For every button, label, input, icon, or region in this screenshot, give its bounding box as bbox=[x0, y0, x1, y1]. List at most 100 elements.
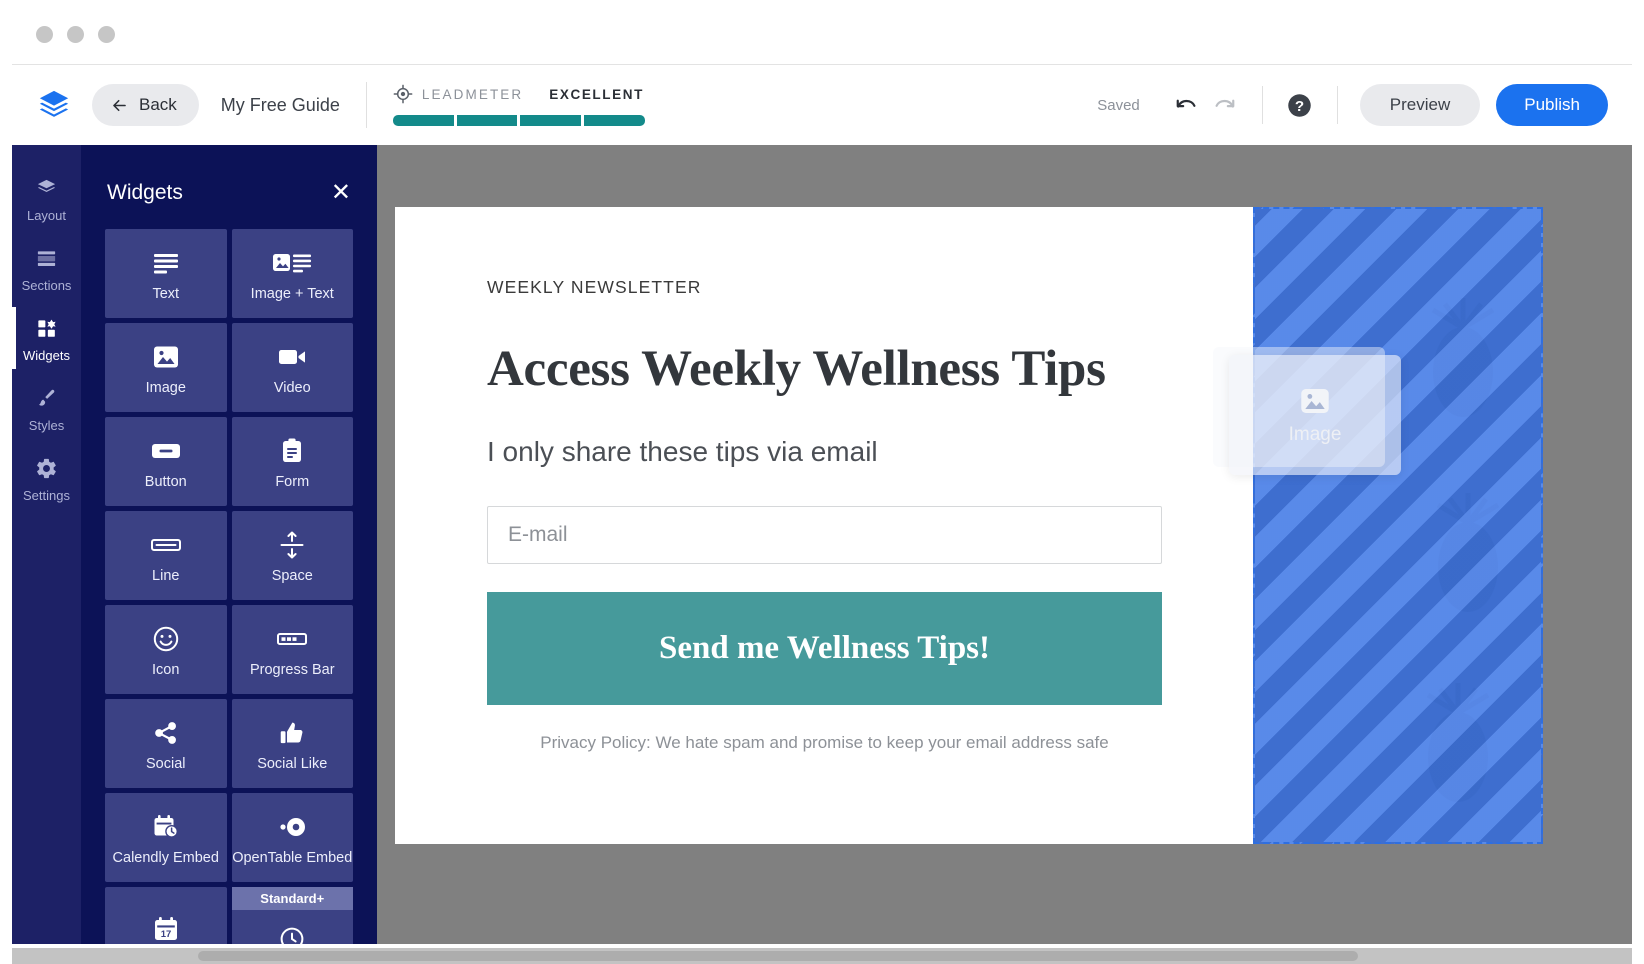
leadmeter: LEADMETER EXCELLENT bbox=[392, 84, 645, 126]
svg-text:?: ? bbox=[1295, 98, 1304, 115]
widget-label: Calendly Embed bbox=[112, 849, 219, 866]
toolbar-right: Saved ? Preview Publish bbox=[1097, 84, 1608, 126]
redo-icon bbox=[1215, 99, 1235, 108]
widget-label: Space bbox=[271, 567, 313, 584]
preview-button[interactable]: Preview bbox=[1359, 84, 1481, 126]
canvas-area: WEEKLY NEWSLETTER Access Weekly Wellness… bbox=[377, 145, 1632, 944]
arrow-left-icon bbox=[113, 99, 126, 111]
image-drop-zone[interactable] bbox=[1253, 207, 1543, 844]
countdown-icon bbox=[278, 921, 306, 944]
widget-label: Progress Bar bbox=[249, 661, 335, 678]
back-button[interactable]: Back bbox=[92, 84, 199, 126]
widget-card-form[interactable]: Form bbox=[231, 417, 353, 506]
line-icon bbox=[150, 528, 182, 562]
widget-card-calendly-embed[interactable]: Calendly Embed bbox=[105, 793, 227, 882]
horizontal-scrollbar[interactable] bbox=[12, 948, 1632, 964]
widget-label: Image bbox=[145, 379, 186, 396]
page-title: My Free Guide bbox=[220, 94, 340, 115]
undo-button[interactable] bbox=[1168, 86, 1206, 124]
sidebar-label: Settings bbox=[23, 488, 70, 503]
smiley-icon bbox=[152, 622, 180, 656]
toolbar-separator bbox=[1261, 86, 1263, 124]
thumbs-up-icon bbox=[279, 716, 305, 750]
gear-icon bbox=[35, 455, 58, 481]
widget-card-social-like[interactable]: Social Like bbox=[231, 699, 353, 788]
help-icon: ? bbox=[1288, 93, 1312, 117]
leadmeter-bar bbox=[392, 115, 645, 126]
panel-title: Widgets bbox=[107, 181, 183, 204]
widget-card-text[interactable]: Text bbox=[105, 229, 227, 318]
opentable-icon bbox=[276, 810, 308, 844]
close-icon[interactable]: ✕ bbox=[331, 181, 351, 205]
widget-card-progress-bar[interactable]: Progress Bar bbox=[231, 605, 353, 694]
sidebar-item-widgets[interactable]: Widgets bbox=[12, 303, 81, 373]
back-label: Back bbox=[139, 95, 177, 114]
widget-card-video[interactable]: Video bbox=[231, 323, 353, 412]
widget-card-button[interactable]: Button bbox=[105, 417, 227, 506]
page-subheadline[interactable]: I only share these tips via email bbox=[487, 436, 1253, 468]
widget-label: Social Like bbox=[257, 755, 328, 772]
drag-ghost-label: Image bbox=[1288, 424, 1342, 445]
widgets-panel: Widgets ✕ Text Image + Text Image Video … bbox=[81, 145, 377, 944]
leadmeter-segment bbox=[392, 115, 454, 126]
scrollbar-thumb[interactable] bbox=[198, 951, 1358, 961]
widget-grid: Text Image + Text Image Video Button For… bbox=[81, 215, 377, 944]
dragging-image-widget[interactable]: Image bbox=[1229, 355, 1401, 475]
space-arrows-icon bbox=[279, 528, 305, 562]
publish-button[interactable]: Publish bbox=[1496, 84, 1608, 126]
widget-card-opentable-embed[interactable]: OpenTable Embed bbox=[231, 793, 353, 882]
calendar-17-icon: 17 bbox=[152, 912, 180, 945]
widget-label: OpenTable Embed bbox=[232, 849, 353, 866]
email-input[interactable] bbox=[487, 506, 1162, 564]
widget-card-space[interactable]: Space bbox=[231, 511, 353, 600]
widgets-icon bbox=[35, 315, 58, 341]
top-toolbar: Back My Free Guide LEADMETER EXCELLENT S… bbox=[12, 64, 1632, 145]
maximize-dot[interactable] bbox=[98, 25, 115, 43]
leadmeter-segment bbox=[584, 115, 645, 126]
widget-label: Line bbox=[152, 567, 180, 584]
layers-logo[interactable] bbox=[32, 83, 76, 127]
widget-card-calendar[interactable]: 17 bbox=[105, 887, 227, 944]
image-text-icon bbox=[272, 246, 312, 280]
sidebar-label: Layout bbox=[26, 208, 67, 223]
widget-label: Text bbox=[152, 285, 180, 302]
widget-card-icon[interactable]: Icon bbox=[105, 605, 227, 694]
image-icon bbox=[1299, 384, 1331, 418]
standard-plus-badge: Standard+ bbox=[231, 887, 353, 910]
leadmeter-target-icon bbox=[393, 84, 413, 104]
widgets-panel-header: Widgets ✕ bbox=[81, 145, 377, 215]
leadmeter-status: EXCELLENT bbox=[549, 86, 644, 102]
widget-card-image-text[interactable]: Image + Text bbox=[231, 229, 353, 318]
share-icon bbox=[153, 716, 179, 750]
window-dots bbox=[36, 25, 115, 43]
sidebar-item-styles[interactable]: Styles bbox=[12, 373, 81, 443]
eyebrow-text[interactable]: WEEKLY NEWSLETTER bbox=[487, 277, 1253, 298]
widget-label: Video bbox=[273, 379, 311, 396]
canvas-image-column bbox=[1253, 207, 1543, 844]
redo-button[interactable] bbox=[1206, 86, 1244, 124]
sections-icon bbox=[35, 245, 58, 271]
help-button[interactable]: ? bbox=[1281, 86, 1319, 124]
video-camera-icon bbox=[277, 340, 307, 374]
widget-label: Icon bbox=[152, 661, 180, 678]
sidebar-item-sections[interactable]: Sections bbox=[12, 233, 81, 303]
canvas-content-column: WEEKLY NEWSLETTER Access Weekly Wellness… bbox=[395, 207, 1253, 844]
widget-label: Image + Text bbox=[250, 285, 334, 302]
widget-card-social[interactable]: Social bbox=[105, 699, 227, 788]
sidebar-item-settings[interactable]: Settings bbox=[12, 443, 81, 513]
widget-card-image[interactable]: Image bbox=[105, 323, 227, 412]
cta-button[interactable]: Send me Wellness Tips! bbox=[487, 592, 1162, 705]
leadmeter-segment bbox=[456, 115, 518, 126]
image-icon bbox=[152, 340, 180, 374]
landing-page-canvas: WEEKLY NEWSLETTER Access Weekly Wellness… bbox=[395, 207, 1543, 844]
widget-card-line[interactable]: Line bbox=[105, 511, 227, 600]
widget-card-countdown[interactable]: Standard+ bbox=[231, 887, 353, 944]
page-headline[interactable]: Access Weekly Wellness Tips bbox=[487, 340, 1253, 398]
minimize-dot[interactable] bbox=[67, 25, 84, 43]
button-icon bbox=[151, 434, 181, 468]
left-nav-rail: Layout Sections Widgets Styles Settings bbox=[12, 145, 81, 944]
close-dot[interactable] bbox=[36, 25, 53, 43]
leadmeter-segment bbox=[520, 115, 582, 126]
sidebar-item-layout[interactable]: Layout bbox=[12, 163, 81, 233]
widget-label: Button bbox=[144, 473, 187, 490]
